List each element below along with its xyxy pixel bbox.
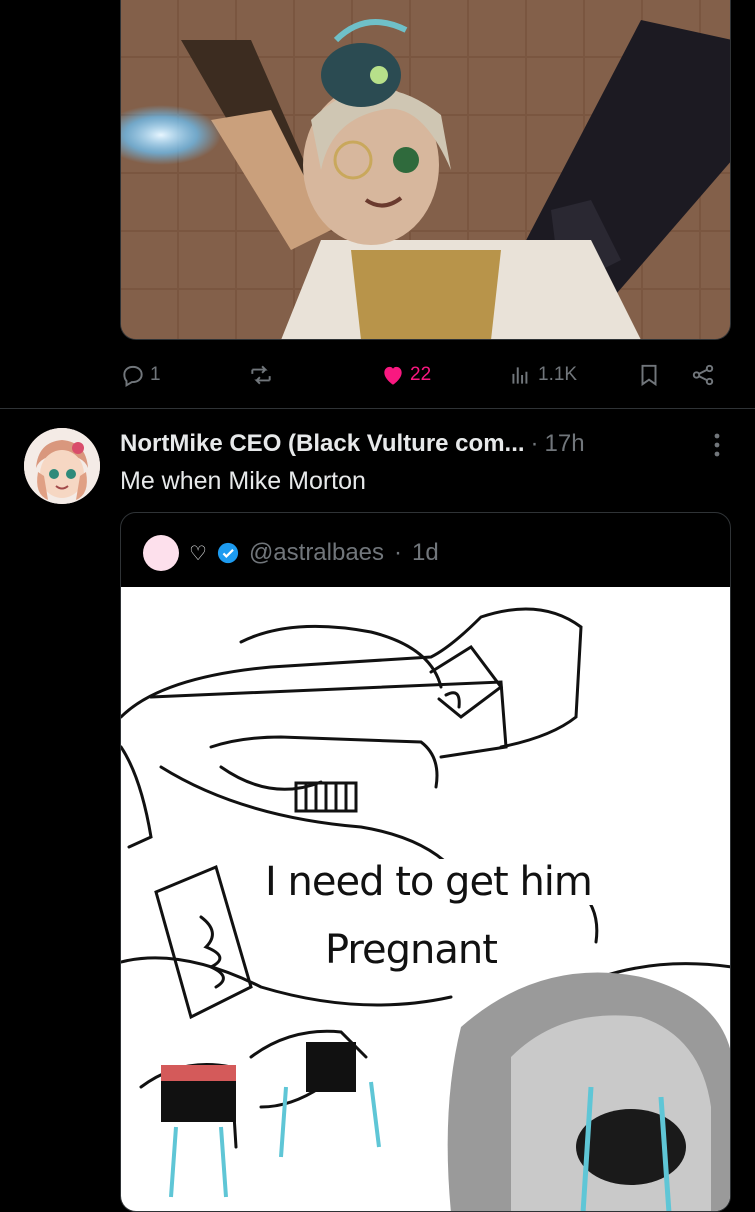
reply-button[interactable]: 1 [120, 356, 161, 394]
bookmark-button[interactable] [636, 356, 662, 394]
header-separator: · [530, 430, 539, 457]
heart-filled-icon [384, 366, 402, 385]
verified-badge-icon [217, 542, 239, 564]
author-avatar[interactable] [24, 428, 100, 504]
previous-post-media[interactable] [120, 0, 731, 340]
share-icon [692, 364, 714, 386]
meme-caption-line-2: Pregnant [321, 927, 501, 973]
post-divider [0, 408, 755, 409]
share-button[interactable] [690, 356, 716, 394]
reply-count: 1 [150, 364, 161, 385]
reply-icon [123, 365, 143, 388]
post-text: Me when Mike Morton [120, 467, 366, 495]
bookmark-icon [641, 364, 657, 387]
more-vertical-icon [714, 433, 720, 457]
author-name[interactable]: NortMike CEO (Black Vulture com... [120, 430, 525, 458]
quoted-author-avatar [143, 535, 179, 571]
quoted-author-name: ♡ [189, 542, 207, 565]
game-character-image [121, 0, 730, 339]
more-options-button[interactable] [705, 430, 729, 460]
views-button[interactable]: 1.1K [508, 356, 577, 394]
avatar-image [24, 428, 100, 504]
previous-post-action-bar: 1 22 1.1K [120, 356, 735, 394]
repost-icon [251, 365, 271, 385]
like-count: 22 [410, 364, 432, 385]
meme-caption-line-1: I need to get him [261, 859, 596, 905]
quoted-post[interactable]: ♡ @astralbaes · 1d I need to get him Pre… [120, 512, 731, 1212]
quoted-post-image[interactable]: I need to get him Pregnant [121, 587, 730, 1211]
post-header: NortMike CEO (Black Vulture com... · 17h [120, 428, 585, 460]
quoted-timestamp: 1d [412, 539, 439, 566]
view-count: 1.1K [538, 364, 578, 385]
repost-button[interactable] [248, 356, 278, 394]
analytics-icon [512, 367, 528, 384]
quoted-separator: · [394, 539, 403, 566]
post-timestamp[interactable]: 17h [545, 430, 585, 458]
like-button[interactable]: 22 [380, 356, 431, 394]
quoted-post-header: ♡ @astralbaes · 1d [143, 535, 439, 571]
quoted-author-handle: @astralbaes [248, 539, 385, 566]
